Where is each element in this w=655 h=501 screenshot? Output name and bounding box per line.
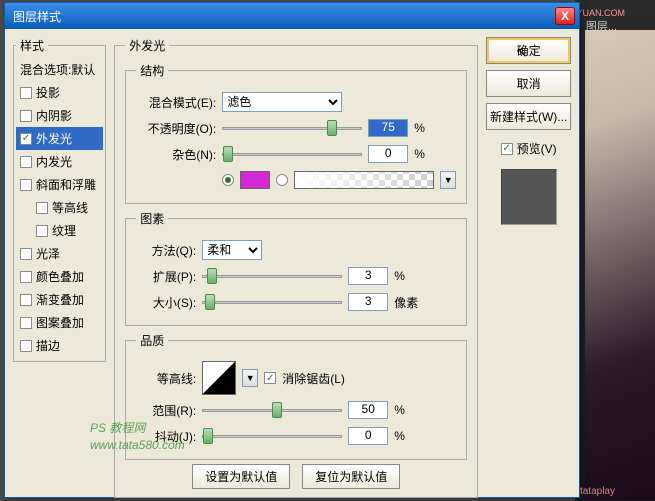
checkbox[interactable] <box>20 317 32 329</box>
credits-text: tataplay <box>580 486 615 497</box>
style-label: 纹理 <box>52 222 76 239</box>
antialias-label: 消除锯齿(L) <box>282 370 345 387</box>
size-label: 大小(S): <box>136 294 196 311</box>
ok-button[interactable]: 确定 <box>486 37 571 64</box>
style-label: 内发光 <box>36 153 72 170</box>
outer-glow-legend: 外发光 <box>125 37 169 54</box>
checkbox[interactable] <box>20 294 32 306</box>
checkbox[interactable] <box>20 133 32 145</box>
style-item-satin[interactable]: 光泽 <box>16 242 103 265</box>
color-radio[interactable] <box>222 174 234 186</box>
range-slider[interactable] <box>202 409 342 412</box>
spread-label: 扩展(P): <box>136 268 196 285</box>
style-label: 内阴影 <box>36 107 72 124</box>
cancel-button[interactable]: 取消 <box>486 70 571 97</box>
technique-label: 方法(Q): <box>136 242 196 259</box>
quality-legend: 品质 <box>136 332 168 349</box>
contour-dropdown-icon[interactable]: ▼ <box>242 369 258 387</box>
opacity-slider[interactable] <box>222 127 362 130</box>
dialog-title: 图层样式 <box>9 8 61 25</box>
style-item-inner-glow[interactable]: 内发光 <box>16 150 103 173</box>
checkbox[interactable] <box>20 179 32 191</box>
checkbox[interactable] <box>36 202 48 214</box>
new-style-button[interactable]: 新建样式(W)... <box>486 103 571 130</box>
make-default-button[interactable]: 设置为默认值 <box>192 464 290 489</box>
spread-input[interactable]: 3 <box>348 267 388 285</box>
structure-legend: 结构 <box>136 62 168 79</box>
gradient-dropdown-icon[interactable]: ▼ <box>440 171 456 189</box>
technique-select[interactable]: 柔和 <box>202 240 262 260</box>
watermark-text: PS 教程网 www.tata580.com <box>90 420 185 454</box>
noise-input[interactable]: 0 <box>368 145 408 163</box>
close-button[interactable]: X <box>555 7 575 25</box>
style-item-contour[interactable]: 等高线 <box>16 196 103 219</box>
checkbox[interactable] <box>36 225 48 237</box>
preview-checkbox[interactable] <box>501 143 513 155</box>
styles-legend: 样式 <box>16 37 48 54</box>
jitter-unit: % <box>394 429 414 443</box>
elements-group: 图素 方法(Q): 柔和 扩展(P): 3 % 大小(S): 3 <box>125 210 467 326</box>
opacity-unit: % <box>414 121 434 135</box>
range-label: 范围(R): <box>136 402 196 419</box>
checkbox[interactable] <box>20 271 32 283</box>
color-swatch[interactable] <box>240 171 270 189</box>
blending-options-item[interactable]: 混合选项:默认 <box>16 58 103 81</box>
style-label: 斜面和浮雕 <box>36 176 96 193</box>
style-item-color-overlay[interactable]: 颜色叠加 <box>16 265 103 288</box>
spread-slider[interactable] <box>202 275 342 278</box>
style-label: 外发光 <box>36 130 72 147</box>
checkbox[interactable] <box>20 156 32 168</box>
style-item-gradient-overlay[interactable]: 渐变叠加 <box>16 288 103 311</box>
blend-mode-label: 混合模式(E): <box>136 94 216 111</box>
style-label: 渐变叠加 <box>36 291 84 308</box>
reset-default-button[interactable]: 复位为默认值 <box>302 464 400 489</box>
title-bar: 图层样式 X <box>5 3 579 29</box>
size-input[interactable]: 3 <box>348 293 388 311</box>
checkbox[interactable] <box>20 110 32 122</box>
elements-legend: 图素 <box>136 210 168 227</box>
gradient-radio[interactable] <box>276 174 288 186</box>
bg-tab-label: 图层... <box>586 18 617 34</box>
noise-label: 杂色(N): <box>136 146 216 163</box>
style-item-pattern-overlay[interactable]: 图案叠加 <box>16 311 103 334</box>
style-item-stroke[interactable]: 描边 <box>16 334 103 357</box>
structure-group: 结构 混合模式(E): 滤色 不透明度(O): 75 % 杂色(N): <box>125 62 467 204</box>
blending-options-label: 混合选项:默认 <box>20 61 95 78</box>
style-label: 光泽 <box>36 245 60 262</box>
noise-slider[interactable] <box>222 153 362 156</box>
style-label: 投影 <box>36 84 60 101</box>
preview-label: 预览(V) <box>517 140 557 157</box>
jitter-slider[interactable] <box>202 435 342 438</box>
style-item-outer-glow[interactable]: 外发光 <box>16 127 103 150</box>
style-label: 描边 <box>36 337 60 354</box>
style-item-inner-shadow[interactable]: 内阴影 <box>16 104 103 127</box>
gradient-swatch[interactable] <box>294 171 434 189</box>
spread-unit: % <box>394 269 414 283</box>
opacity-input[interactable]: 75 <box>368 119 408 137</box>
style-label: 颜色叠加 <box>36 268 84 285</box>
range-unit: % <box>394 403 414 417</box>
checkbox[interactable] <box>20 87 32 99</box>
contour-swatch[interactable] <box>202 361 236 395</box>
size-slider[interactable] <box>202 301 342 304</box>
style-label: 图案叠加 <box>36 314 84 331</box>
antialias-checkbox[interactable] <box>264 372 276 384</box>
preview-swatch <box>501 169 557 225</box>
checkbox[interactable] <box>20 248 32 260</box>
contour-label: 等高线: <box>136 370 196 387</box>
blend-mode-select[interactable]: 滤色 <box>222 92 342 112</box>
noise-unit: % <box>414 147 434 161</box>
styles-group: 样式 混合选项:默认 投影 内阴影 外发光 内发光 斜面和浮雕 等高线 纹理 光… <box>13 37 106 362</box>
style-label: 等高线 <box>52 199 88 216</box>
size-unit: 像素 <box>394 294 418 311</box>
checkbox[interactable] <box>20 340 32 352</box>
jitter-input[interactable]: 0 <box>348 427 388 445</box>
range-input[interactable]: 50 <box>348 401 388 419</box>
style-item-drop-shadow[interactable]: 投影 <box>16 81 103 104</box>
opacity-label: 不透明度(O): <box>136 120 216 137</box>
style-item-bevel-emboss[interactable]: 斜面和浮雕 <box>16 173 103 196</box>
style-item-texture[interactable]: 纹理 <box>16 219 103 242</box>
